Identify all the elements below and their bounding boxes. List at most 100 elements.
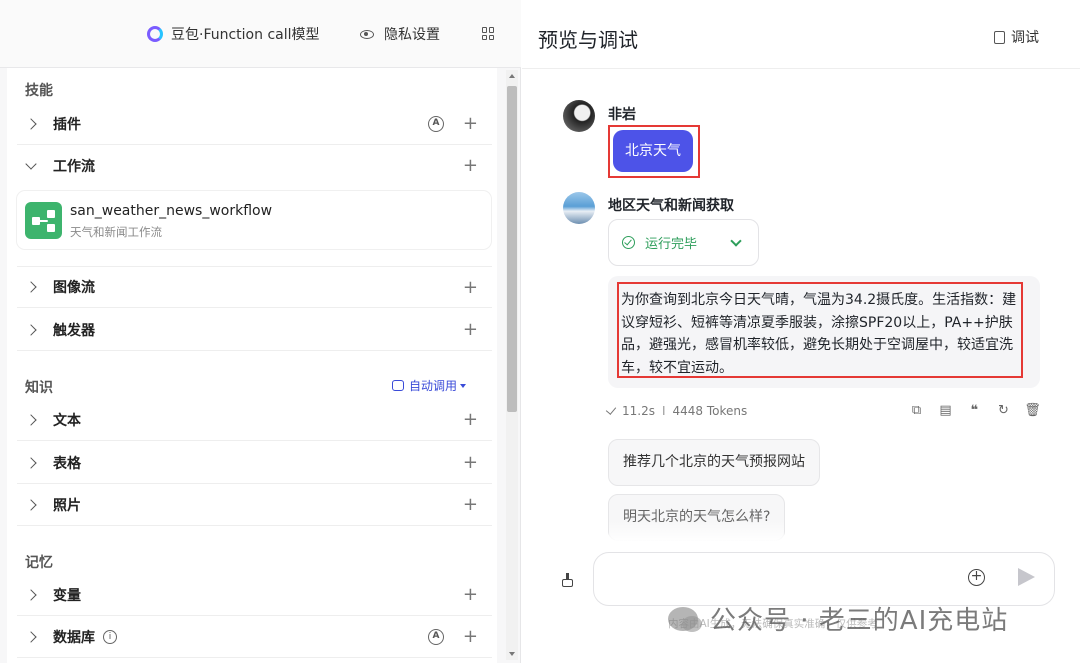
plugin-row[interactable]: 插件 A + bbox=[17, 103, 492, 145]
photo-label: 照片 bbox=[53, 497, 81, 514]
add-variable-icon[interactable]: + bbox=[463, 586, 478, 604]
privacy-label: 隐私设置 bbox=[384, 27, 440, 43]
add-table-icon[interactable]: + bbox=[463, 454, 478, 472]
auto-icon[interactable]: A bbox=[428, 629, 444, 645]
add-photo-icon[interactable]: + bbox=[463, 496, 478, 514]
section-skills: 技能 bbox=[25, 83, 53, 99]
layout-grid-icon[interactable] bbox=[482, 27, 495, 40]
bot-avatar bbox=[563, 192, 595, 224]
debug-button[interactable]: 调试 bbox=[994, 27, 1039, 47]
note-icon[interactable]: ▤ bbox=[931, 403, 960, 418]
run-status-toggle[interactable]: 运行完毕 bbox=[608, 219, 759, 266]
chat-input[interactable] bbox=[593, 552, 1055, 606]
section-knowledge: 知识 bbox=[25, 380, 53, 396]
trigger-row[interactable]: 触发器 + bbox=[17, 309, 492, 351]
trigger-label: 触发器 bbox=[53, 322, 95, 339]
check-icon bbox=[605, 404, 617, 415]
response-time: 11.2s bbox=[622, 404, 655, 418]
config-panel: 豆包·Function call模型 隐私设置 技能 插件 A + 工作流 + bbox=[0, 0, 521, 663]
bot-icon bbox=[392, 380, 404, 391]
chevron-right-icon bbox=[25, 117, 37, 130]
chevron-right-icon bbox=[25, 588, 37, 601]
scroll-thumb[interactable] bbox=[507, 86, 517, 412]
workflow-label: 工作流 bbox=[53, 159, 95, 175]
section-memory: 记忆 bbox=[25, 555, 53, 571]
add-trigger-icon[interactable]: + bbox=[463, 321, 478, 339]
preview-panel: 预览与调试 调试 非岩 北京天气 地区天气和新闻获取 运行完毕 为你查询到北京今… bbox=[522, 0, 1080, 663]
plugin-label: 插件 bbox=[53, 116, 81, 133]
response-meta: 11.2s I 4448 Tokens bbox=[605, 404, 748, 418]
suggestion-chip[interactable]: 明天北京的天气怎么样? bbox=[608, 494, 786, 542]
add-imageflow-icon[interactable]: + bbox=[463, 279, 478, 297]
auto-call-dropdown[interactable]: 自动调用 bbox=[392, 377, 467, 394]
workflow-card[interactable]: san_weather_news_workflow 天气和新闻工作流 bbox=[17, 191, 491, 249]
add-workflow-icon[interactable]: + bbox=[463, 157, 478, 175]
config-scrollbar[interactable] bbox=[506, 70, 518, 660]
user-avatar bbox=[563, 100, 595, 132]
imageflow-row[interactable]: 图像流 + bbox=[17, 266, 492, 308]
add-attachment-icon[interactable]: + bbox=[968, 569, 985, 586]
chevron-down-icon bbox=[730, 235, 742, 247]
workflow-name: san_weather_news_workflow bbox=[70, 203, 273, 219]
chevron-right-icon bbox=[25, 281, 37, 293]
model-label: 豆包·Function call模型 bbox=[171, 27, 320, 43]
config-header: 豆包·Function call模型 隐私设置 bbox=[0, 0, 521, 68]
watermark-text: 公众号 · 老三的AI充电站 bbox=[710, 606, 1009, 636]
caret-down-icon bbox=[460, 383, 467, 388]
chevron-right-icon bbox=[25, 413, 37, 426]
workflow-row[interactable]: 工作流 + bbox=[17, 145, 492, 187]
auto-icon[interactable]: A bbox=[428, 116, 444, 132]
app-window: 豆包·Function call模型 隐私设置 技能 插件 A + 工作流 + bbox=[0, 0, 1080, 663]
info-icon[interactable]: i bbox=[103, 629, 117, 644]
table-label: 表格 bbox=[53, 455, 81, 472]
chevron-right-icon bbox=[25, 323, 37, 336]
text-label: 文本 bbox=[53, 412, 81, 429]
scroll-up-icon[interactable] bbox=[509, 74, 515, 78]
user-message-bubble: 北京天气 bbox=[613, 130, 693, 172]
database-label: 数据库 bbox=[53, 629, 95, 646]
auto-call-label: 自动调用 bbox=[409, 379, 458, 393]
add-text-icon[interactable]: + bbox=[463, 411, 478, 429]
workflow-icon bbox=[25, 202, 62, 239]
photo-row[interactable]: 照片 + bbox=[17, 484, 492, 526]
header-divider bbox=[522, 68, 1080, 69]
send-icon[interactable] bbox=[1018, 568, 1035, 586]
watermark: 公众号 · 老三的AI充电站 bbox=[668, 600, 1008, 637]
delete-icon[interactable]: 🗑 bbox=[1018, 403, 1047, 418]
privacy-settings-button[interactable]: 隐私设置 bbox=[360, 24, 440, 44]
chevron-right-icon bbox=[25, 456, 37, 469]
bot-answer-text: 为你查询到北京今日天气晴，气温为34.2摄氏度。生活指数：建议穿短衫、短裤等清凉… bbox=[621, 292, 1017, 376]
debug-label: 调试 bbox=[1011, 30, 1039, 46]
add-database-icon[interactable]: + bbox=[463, 628, 478, 646]
check-circle-icon bbox=[622, 236, 635, 249]
clear-context-icon[interactable] bbox=[560, 573, 574, 587]
document-icon bbox=[994, 30, 1005, 44]
chevron-right-icon bbox=[25, 630, 37, 643]
chevron-down-icon bbox=[25, 158, 37, 170]
imageflow-label: 图像流 bbox=[53, 280, 95, 296]
token-count: 4448 Tokens bbox=[672, 404, 748, 418]
workflow-description: 天气和新闻工作流 bbox=[70, 225, 162, 239]
text-row[interactable]: 文本 + bbox=[17, 399, 492, 441]
message-actions: ⧉ ▤ ❝ ↻ 🗑 bbox=[902, 403, 1047, 418]
preview-title: 预览与调试 bbox=[538, 28, 638, 52]
wechat-icon bbox=[668, 606, 702, 632]
chevron-right-icon bbox=[25, 498, 37, 511]
variable-label: 变量 bbox=[53, 587, 81, 604]
suggestion-chip[interactable]: 推荐几个北京的天气预报网站 bbox=[608, 439, 820, 486]
eye-icon bbox=[360, 29, 374, 39]
table-row[interactable]: 表格 + bbox=[17, 442, 492, 484]
config-body: 技能 插件 A + 工作流 + san_weather_news_workflo… bbox=[7, 68, 497, 663]
quote-icon[interactable]: ❝ bbox=[960, 403, 989, 418]
regenerate-icon[interactable]: ↻ bbox=[989, 403, 1018, 418]
user-name: 非岩 bbox=[608, 107, 636, 123]
add-plugin-icon[interactable]: + bbox=[463, 115, 478, 133]
model-selector[interactable]: 豆包·Function call模型 bbox=[147, 24, 320, 44]
bot-name: 地区天气和新闻获取 bbox=[608, 198, 734, 214]
copy-icon[interactable]: ⧉ bbox=[902, 403, 931, 418]
doubao-logo-icon bbox=[147, 26, 163, 42]
scroll-down-icon[interactable] bbox=[509, 652, 515, 656]
run-status-text: 运行完毕 bbox=[645, 237, 698, 252]
database-row[interactable]: 数据库 i A + bbox=[17, 616, 492, 658]
variable-row[interactable]: 变量 + bbox=[17, 574, 492, 616]
